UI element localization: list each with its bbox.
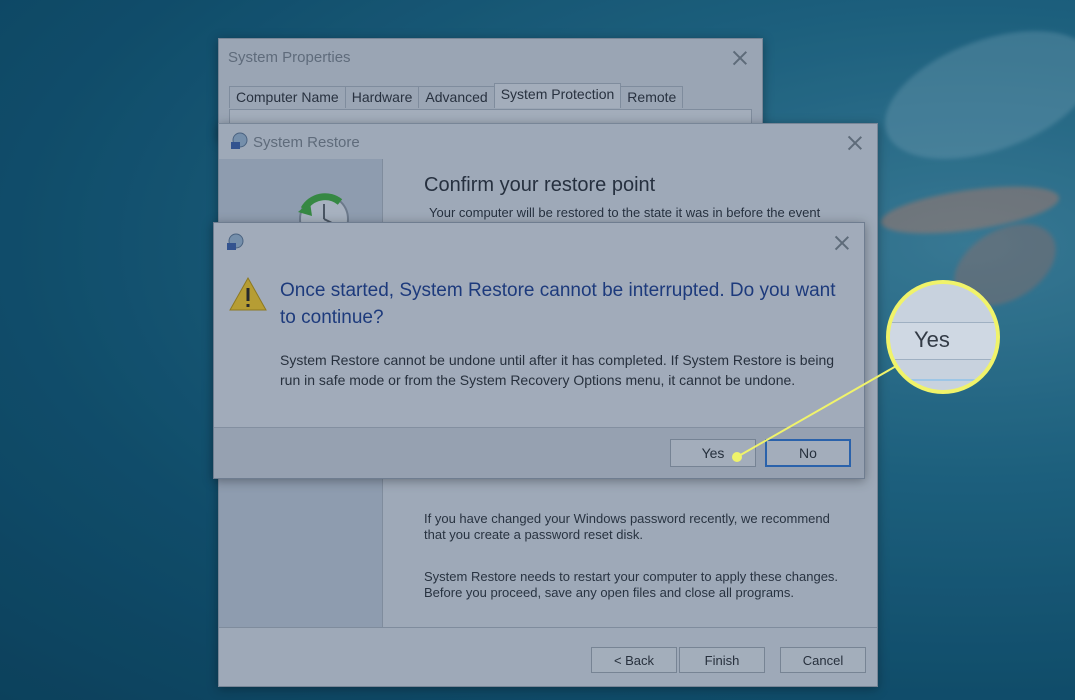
password-note-line-1: If you have changed your Windows passwor… (424, 511, 830, 526)
tab-bar: Computer Name Hardware Advanced System P… (229, 83, 684, 108)
wallpaper-streak (867, 5, 1075, 185)
confirm-dialog: Once started, System Restore cannot be i… (213, 222, 865, 479)
zoom-callout: Yes (886, 280, 1000, 394)
close-icon[interactable] (732, 50, 748, 66)
zoom-yes-button: Yes (890, 322, 996, 360)
password-note-line-2: that you create a password reset disk. (424, 527, 643, 542)
warning-icon (229, 276, 267, 311)
window-title: System Restore (253, 134, 360, 151)
back-button[interactable]: < Back (591, 647, 677, 673)
window-title: System Properties (228, 49, 351, 66)
restart-note-line-2: Before you proceed, save any open files … (424, 585, 794, 600)
tab-computer-name[interactable]: Computer Name (229, 86, 346, 108)
cancel-button[interactable]: Cancel (780, 647, 866, 673)
finish-button[interactable]: Finish (679, 647, 765, 673)
wizard-subtitle: Your computer will be restored to the st… (429, 205, 821, 220)
confirm-footer: Yes No (214, 427, 864, 478)
tab-remote[interactable]: Remote (620, 86, 684, 108)
close-icon[interactable] (847, 135, 863, 151)
tab-advanced[interactable]: Advanced (418, 86, 495, 108)
zoom-accent-line (890, 379, 996, 381)
wizard-heading: Confirm your restore point (424, 174, 656, 196)
confirm-body: System Restore cannot be undone until af… (280, 352, 835, 388)
tab-hardware[interactable]: Hardware (344, 86, 420, 108)
wizard-footer-divider (219, 627, 877, 628)
system-restore-icon (231, 132, 248, 149)
zoom-yes-label: Yes (914, 327, 950, 352)
restart-note-line-1: System Restore needs to restart your com… (424, 569, 839, 584)
close-icon[interactable] (834, 235, 850, 251)
no-button[interactable]: No (765, 439, 851, 467)
confirm-heading: Once started, System Restore cannot be i… (280, 280, 836, 328)
yes-button[interactable]: Yes (670, 439, 756, 467)
tab-system-protection[interactable]: System Protection (493, 83, 622, 108)
system-restore-icon (227, 233, 244, 250)
